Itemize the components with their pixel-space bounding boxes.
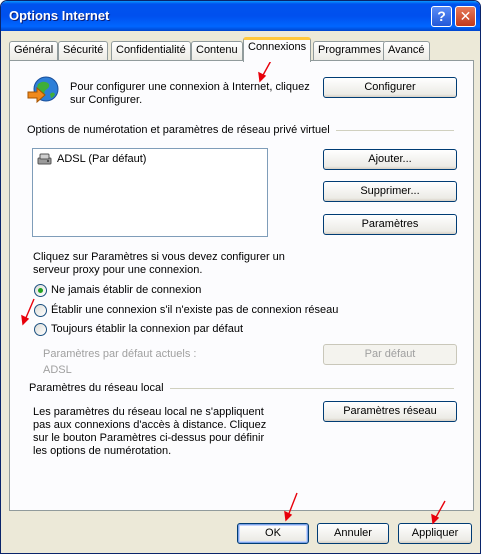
tab-connections[interactable]: Connexions — [243, 37, 312, 62]
options-internet-window: Options Internet ? ✕ Général Sécurité Co… — [0, 0, 481, 554]
arrow-ok — [287, 492, 298, 517]
arrow-radio — [24, 298, 35, 321]
arrow-apply — [434, 500, 446, 520]
annotation-arrows — [21, 56, 446, 525]
